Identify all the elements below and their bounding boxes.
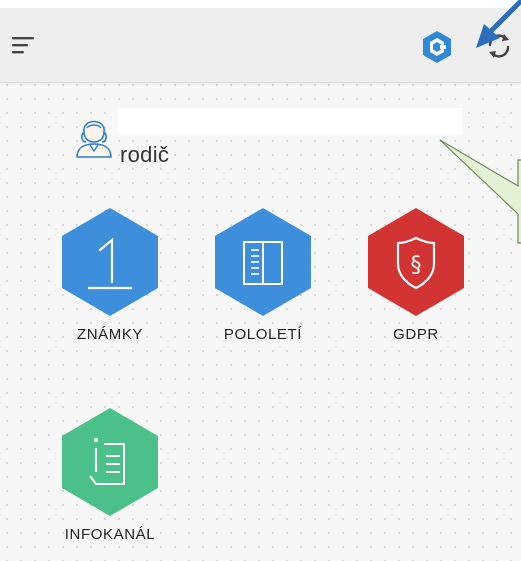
app-screen: rodič ZNÁMKY POLOLETÍ § GDPR INFOKANÁL [0, 8, 521, 561]
user-info: rodič [72, 108, 472, 178]
annotation-arrow-icon [476, 0, 521, 48]
hexagon-logo-icon[interactable] [420, 30, 454, 64]
user-name [118, 108, 462, 134]
tile-znamky[interactable]: ZNÁMKY [40, 206, 180, 356]
annotation-callout [439, 139, 521, 244]
report-book-icon [215, 208, 311, 316]
user-avatar-icon [76, 120, 112, 158]
info-list-icon [62, 408, 158, 516]
hamburger-icon[interactable] [10, 32, 36, 58]
tile-label: INFOKANÁL [64, 526, 156, 543]
tile-label: GDPR [393, 326, 439, 343]
user-role: rodič [120, 142, 170, 167]
tile-label: ZNÁMKY [76, 326, 144, 343]
svg-text:§: § [411, 253, 422, 278]
number-one-icon [62, 208, 158, 316]
tile-pololeti[interactable]: POLOLETÍ [193, 206, 333, 356]
tile-label: POLOLETÍ [223, 326, 303, 343]
top-bar [0, 8, 521, 83]
tile-infokanal[interactable]: INFOKANÁL [40, 406, 180, 556]
